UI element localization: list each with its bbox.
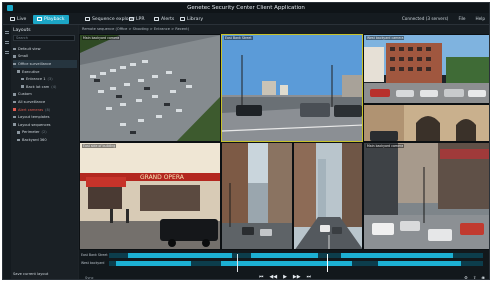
settings-icon[interactable]: ⚙	[464, 275, 468, 280]
tab-library[interactable]: Library	[176, 15, 207, 24]
tree-item[interactable]: Custom	[13, 91, 77, 99]
camera-feed: GRAND OPERA	[80, 143, 220, 249]
snapshot-icon[interactable]: ◉	[481, 275, 485, 280]
tab-live[interactable]: Live	[6, 15, 30, 24]
help-menu[interactable]: Help	[475, 16, 485, 21]
camera-icon	[17, 131, 20, 134]
tree-item[interactable]: Entrance 1 (3)	[13, 75, 77, 83]
tree-item[interactable]: Small	[13, 53, 77, 61]
skip-back-icon[interactable]: ⏮	[259, 274, 264, 280]
camera-feed	[364, 35, 489, 103]
tree-item[interactable]: Perimeter (2)	[13, 129, 77, 137]
tree-item[interactable]: Layout sequences	[13, 121, 77, 129]
list-icon[interactable]	[5, 41, 9, 44]
camera-tile[interactable]: Main backyard camera	[79, 34, 221, 142]
camera-tile[interactable]: GRAND OPERA East side of building	[79, 142, 221, 250]
tree-item[interactable]: Alert cameras (8)	[13, 106, 77, 114]
svg-text:GRAND OPERA: GRAND OPERA	[140, 174, 185, 181]
filter-icon[interactable]	[5, 51, 9, 54]
menu-icon[interactable]	[5, 31, 9, 34]
camera-tile[interactable]: West backyard camera	[363, 34, 489, 104]
folder-icon	[13, 115, 16, 119]
tree-item[interactable]: Back lot cam (4)	[13, 83, 77, 91]
track-label: West backyard	[81, 261, 105, 265]
camera-tile-selected[interactable]: East Bank Street	[221, 34, 363, 142]
tree-item[interactable]: Default view	[13, 45, 77, 53]
folder-icon	[13, 62, 16, 66]
camera-icon	[17, 138, 20, 142]
tile-caption: Main backyard camera	[366, 144, 405, 148]
play-icon[interactable]: ▶	[283, 274, 287, 280]
monitor-icon	[10, 17, 15, 21]
file-menu[interactable]: File	[458, 16, 465, 21]
playback-controls: ⏮ ◀◀ ▶ ▶▶ ⏭	[79, 273, 489, 280]
camera-feed	[294, 143, 362, 249]
camera-feed	[364, 105, 489, 141]
save-layout-button[interactable]: Save current layout	[13, 272, 48, 276]
playback-timeline: East Bank Street West backyard Sync ⏮ ◀◀…	[79, 250, 489, 280]
track-label: East Bank Street	[81, 253, 108, 257]
main-menu: Live Playback Sequence explorer LPR Aler…	[3, 13, 489, 25]
menu-right: Connected (3 servers) File Help	[402, 16, 485, 21]
folder-icon	[13, 93, 16, 96]
tab-playback[interactable]: Playback	[33, 14, 69, 24]
tile-caption: Main backyard camera	[82, 36, 121, 40]
tab-lpr[interactable]: LPR	[125, 15, 149, 24]
app-window: Genetec Security Center Client Applicati…	[2, 2, 490, 280]
tree-item[interactable]: All surveillance	[13, 98, 77, 106]
folder-icon	[13, 55, 16, 58]
export-icon[interactable]: ⇪	[473, 275, 477, 280]
tile-caption: West backyard camera	[366, 36, 405, 40]
camera-icon	[21, 85, 24, 89]
camera-tile[interactable]	[221, 142, 293, 250]
timeline-track[interactable]	[109, 261, 483, 266]
alert-icon	[13, 108, 16, 111]
sequence-icon	[85, 17, 90, 21]
playhead[interactable]	[327, 254, 328, 272]
marker[interactable]	[237, 254, 238, 272]
camera-icon	[21, 77, 24, 81]
folder-icon	[13, 100, 16, 104]
breadcrumb: Remote sequence (Office > Shooting > Ent…	[79, 25, 489, 34]
rewind-icon[interactable]: ◀◀	[269, 274, 277, 280]
folder-icon	[17, 70, 20, 73]
layout-tree: Default view Small Office surveillance E…	[13, 45, 77, 144]
window-title: Genetec Security Center Client Applicati…	[187, 4, 305, 11]
tree-item[interactable]: Backyard 360	[13, 136, 77, 144]
bell-icon	[154, 17, 159, 21]
camera-tile[interactable]	[293, 142, 363, 250]
tree-item[interactable]: Layout templates	[13, 113, 77, 121]
camera-feed	[80, 35, 220, 141]
layouts-sidebar: Layouts Search Default view Small Office…	[3, 25, 78, 279]
sidebar-rail	[3, 25, 11, 279]
connection-status[interactable]: Connected (3 servers)	[402, 16, 449, 21]
sidebar-title: Layouts	[13, 28, 31, 33]
camera-feed	[222, 143, 292, 249]
camera-grid: Main backyard camera East Bank Street We…	[79, 34, 489, 250]
tree-item[interactable]: Office surveillance	[13, 60, 77, 68]
timeline-tools: ⚙ ⇪ ◉	[464, 275, 485, 280]
timeline-track[interactable]	[109, 253, 483, 258]
lpr-icon	[129, 17, 134, 21]
camera-tile[interactable]: Main backyard camera	[363, 142, 489, 250]
library-icon	[180, 17, 185, 21]
tree-item[interactable]: Executive	[13, 68, 77, 76]
camera-tile[interactable]	[363, 104, 489, 142]
title-bar: Genetec Security Center Client Applicati…	[3, 3, 489, 13]
folder-icon	[13, 47, 16, 51]
tab-alerts[interactable]: Alerts	[150, 15, 178, 24]
playback-icon	[37, 17, 42, 21]
camera-feed	[222, 35, 362, 141]
sidebar-search-input[interactable]: Search	[13, 35, 75, 41]
folder-icon	[13, 123, 16, 127]
tile-caption: East Bank Street	[224, 36, 253, 40]
camera-feed	[364, 143, 489, 249]
fast-forward-icon[interactable]: ▶▶	[293, 274, 301, 280]
tile-caption: East side of building	[82, 144, 117, 148]
skip-forward-icon[interactable]: ⏭	[307, 274, 312, 280]
